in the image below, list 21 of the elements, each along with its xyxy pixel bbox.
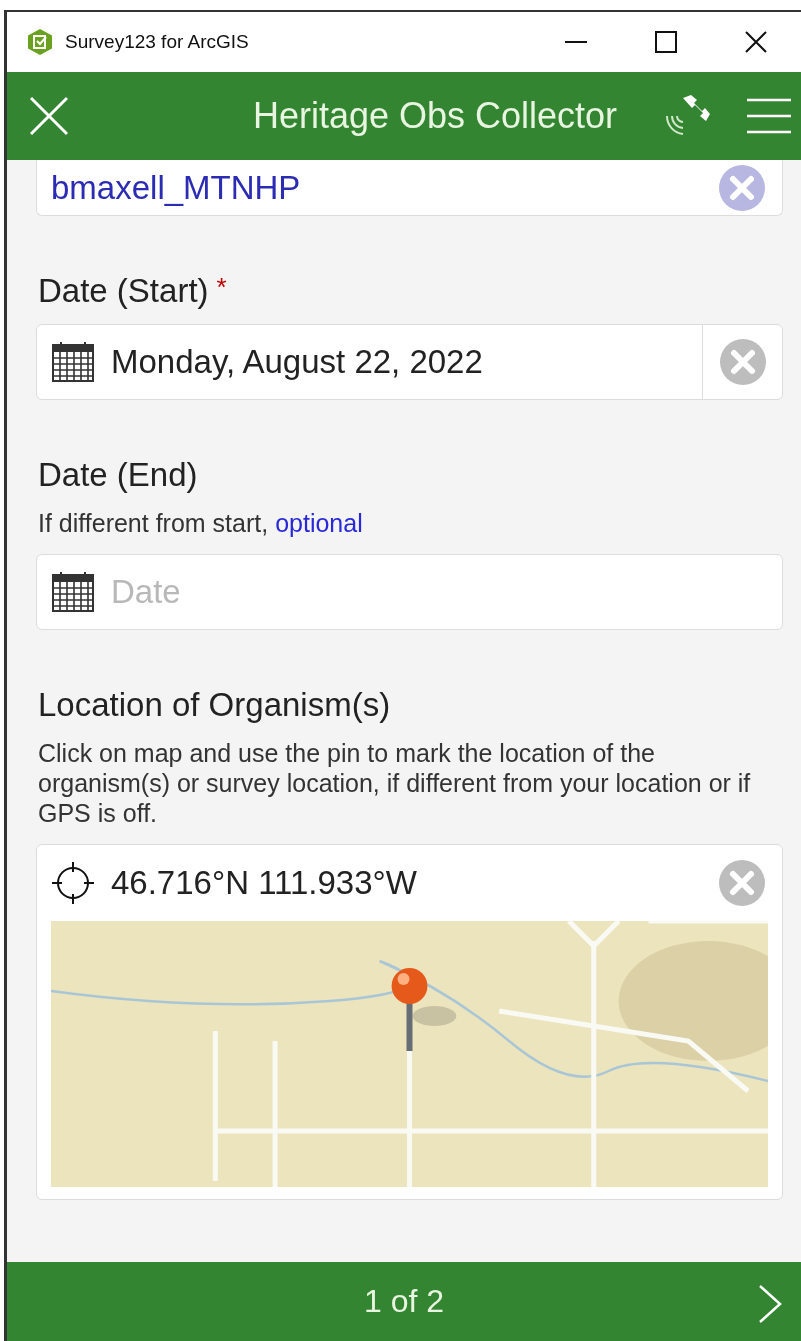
crosshair-icon[interactable] [51,861,95,905]
maximize-icon[interactable] [655,31,677,53]
close-icon[interactable] [745,31,767,53]
field-hint: Click on map and use the pin to mark the location of the organism(s) or survey location, if different from your location or if GPS is off. [38,738,752,828]
optional-link[interactable]: optional [275,509,363,537]
required-mark: * [216,272,227,304]
calendar-icon[interactable] [51,571,95,613]
date-field[interactable]: Monday, August 22, 2022 [36,324,783,400]
menu-icon[interactable] [747,98,791,134]
coordinates-text: 46.716°N 111.933°W [111,864,418,902]
window-title: Survey123 for ArcGIS [65,31,250,53]
page-indicator: 1 of 2 [363,1283,445,1320]
app-logo-icon [27,28,53,56]
field-label: Location of Organism(s) [38,686,391,724]
calendar-icon[interactable] [51,341,95,383]
field-label: Date (Start) [38,272,209,310]
field-label: Date (End) [38,456,198,494]
field-hint: If different from start, optional [38,508,364,538]
text-field[interactable]: bmaxell_MTNHP [36,160,783,216]
survey-title: Heritage Obs Collector [251,95,619,137]
next-page-icon[interactable] [757,1284,783,1324]
